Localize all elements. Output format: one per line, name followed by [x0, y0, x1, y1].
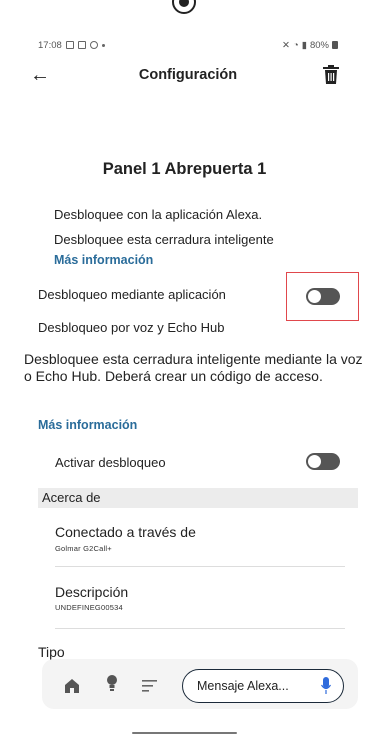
lightbulb-icon[interactable] [106, 674, 118, 694]
activate-unlock-toggle[interactable] [306, 453, 340, 470]
about-item-value: UNDEFINEG00534 [55, 603, 123, 612]
status-time: 17:08 [38, 39, 62, 51]
trash-icon[interactable] [322, 65, 340, 85]
image-notification-icon [65, 41, 74, 49]
voice-unlock-description: Desbloquee esta cerradura inteligente me… [24, 351, 363, 384]
alexa-unlock-text: Desbloquee con la aplicación Alexa. [54, 207, 263, 222]
app-unlock-toggle[interactable] [306, 288, 340, 305]
status-bar: 17:08 ✕ ◔ ▮ 80% [38, 38, 338, 52]
more-info-link-2[interactable]: Más información [38, 418, 137, 432]
activate-unlock-label: Activar desbloqueo [55, 455, 166, 470]
about-item-title: Conectado a través de [55, 524, 196, 540]
signal-icon: ▮ [301, 39, 307, 51]
camera-dot [172, 0, 196, 14]
device-title: Panel 1 Abrepuerta 1 [102, 160, 267, 178]
voice-unlock-label: Desbloqueo por voz y Echo Hub [38, 320, 225, 335]
alexa-message-input[interactable]: Mensaje Alexa... [182, 669, 344, 703]
sync-notification-icon [89, 41, 98, 49]
back-arrow-icon[interactable]: ← [30, 65, 54, 85]
menu-icon[interactable] [142, 680, 158, 692]
home-icon[interactable] [64, 678, 80, 694]
battery-icon [332, 41, 338, 49]
divider [55, 566, 345, 567]
app-header: ← Configuración [30, 60, 340, 90]
message-placeholder: Mensaje Alexa... [197, 679, 289, 693]
mute-icon: ✕ [282, 39, 290, 51]
wifi-icon: ◔ [293, 39, 299, 51]
app-unlock-label: Desbloqueo mediante aplicación [38, 287, 226, 302]
home-indicator[interactable] [132, 732, 237, 734]
alexa-unlock-text-2: Desbloquee esta cerradura inteligente [54, 232, 274, 247]
about-item-value: Golmar G2Call+ [55, 544, 112, 553]
divider [55, 628, 345, 629]
about-section-header: Acerca de [38, 488, 358, 508]
about-item-title: Descripción [55, 584, 129, 600]
about-item-title: Tipo [38, 644, 65, 660]
bank-notification-icon [77, 41, 86, 49]
microphone-icon[interactable] [321, 677, 331, 695]
more-info-link[interactable]: Más información [54, 253, 153, 267]
status-left: 17:08 [38, 40, 105, 51]
page-title: Configuración [138, 67, 238, 83]
more-notifications-icon [101, 43, 105, 47]
status-right: ✕ ◔ ▮ 80% [282, 40, 338, 51]
status-battery: 80% [309, 39, 329, 51]
